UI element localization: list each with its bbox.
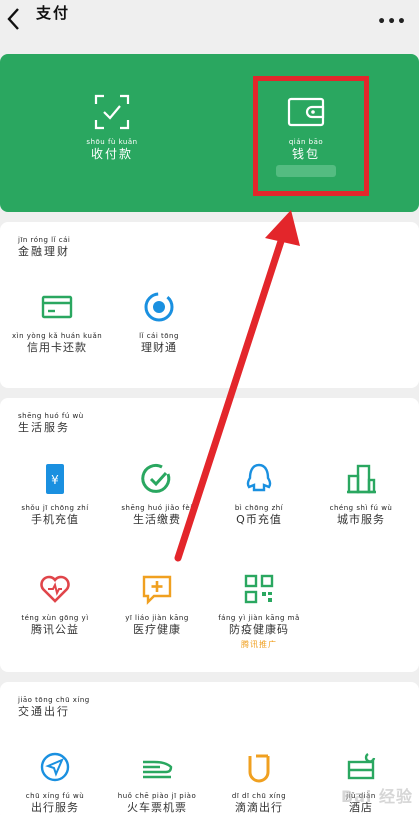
licaitong-button[interactable]: lǐ cái tōng 理财通 [114, 290, 204, 355]
hotel-bed-icon [347, 752, 376, 780]
travel-services-button[interactable]: chū xíng fú wù 出行服务 [10, 750, 100, 815]
finance-section-title: jīn róng lǐ cái 金融理财 [18, 236, 71, 258]
promo-label: 腾讯推广 [241, 640, 277, 649]
city-services-button[interactable]: chéng shì fú wù 城市服务 [316, 462, 406, 527]
highlight-box [253, 76, 369, 196]
medical-health-button[interactable]: yī liáo jiàn kāng 医疗健康 [112, 572, 202, 637]
scan-qr-icon [94, 94, 130, 130]
qr-code-icon [244, 574, 274, 604]
train-flight-tickets-button[interactable]: huǒ chē piào jī piào 火车票机票 [112, 750, 202, 815]
didi-icon [248, 754, 270, 783]
more-menu-icon[interactable]: ••• [377, 14, 407, 30]
credit-card-icon [41, 295, 73, 319]
life-services-section: shēng huó fú wù 生活服务 ¥ shǒu jī chōng zhí… [0, 398, 419, 672]
navigation-icon [40, 752, 70, 782]
top-bar: 支付 ••• [0, 0, 419, 42]
train-icon [143, 760, 173, 779]
transport-section-title: jiāo tōng chū xíng 交通出行 [18, 696, 90, 718]
phone-icon: ¥ [46, 464, 64, 494]
qcoin-topup-button[interactable]: bì chōng zhí Q币充值 [214, 462, 304, 527]
tencent-charity-button[interactable]: téng xùn gōng yì 腾讯公益 [10, 572, 100, 637]
watermark: Bai 经验 [340, 787, 413, 806]
didi-ride-button[interactable]: dī dī chū xíng 滴滴出行 [214, 750, 304, 815]
city-buildings-icon [347, 464, 376, 494]
health-code-button[interactable]: fáng yì jiàn kāng mǎ 防疫健康码 腾讯推广 [214, 572, 304, 650]
qq-penguin-icon [246, 463, 272, 492]
licaitong-icon [144, 292, 174, 322]
svg-text:¥: ¥ [51, 473, 59, 487]
medical-cross-icon [142, 575, 172, 605]
page-title: 支付 [36, 4, 71, 22]
utility-check-icon [141, 463, 171, 493]
credit-card-repay-button[interactable]: xìn yòng kǎ huán kuǎn 信用卡还款 [12, 290, 102, 355]
finance-section: jīn róng lǐ cái 金融理财 xìn yòng kǎ huán ku… [0, 222, 419, 388]
pay-receive-button[interactable]: shōu fù kuǎn 收付款 [52, 92, 172, 161]
utility-payment-button[interactable]: shēng huó jiǎo fèi 生活缴费 [112, 462, 202, 527]
back-arrow-icon[interactable] [4, 6, 26, 32]
life-section-title: shēng huó fú wù 生活服务 [18, 412, 84, 434]
heart-icon [40, 575, 70, 603]
mobile-topup-button[interactable]: ¥ shǒu jī chōng zhí 手机充值 [10, 462, 100, 527]
